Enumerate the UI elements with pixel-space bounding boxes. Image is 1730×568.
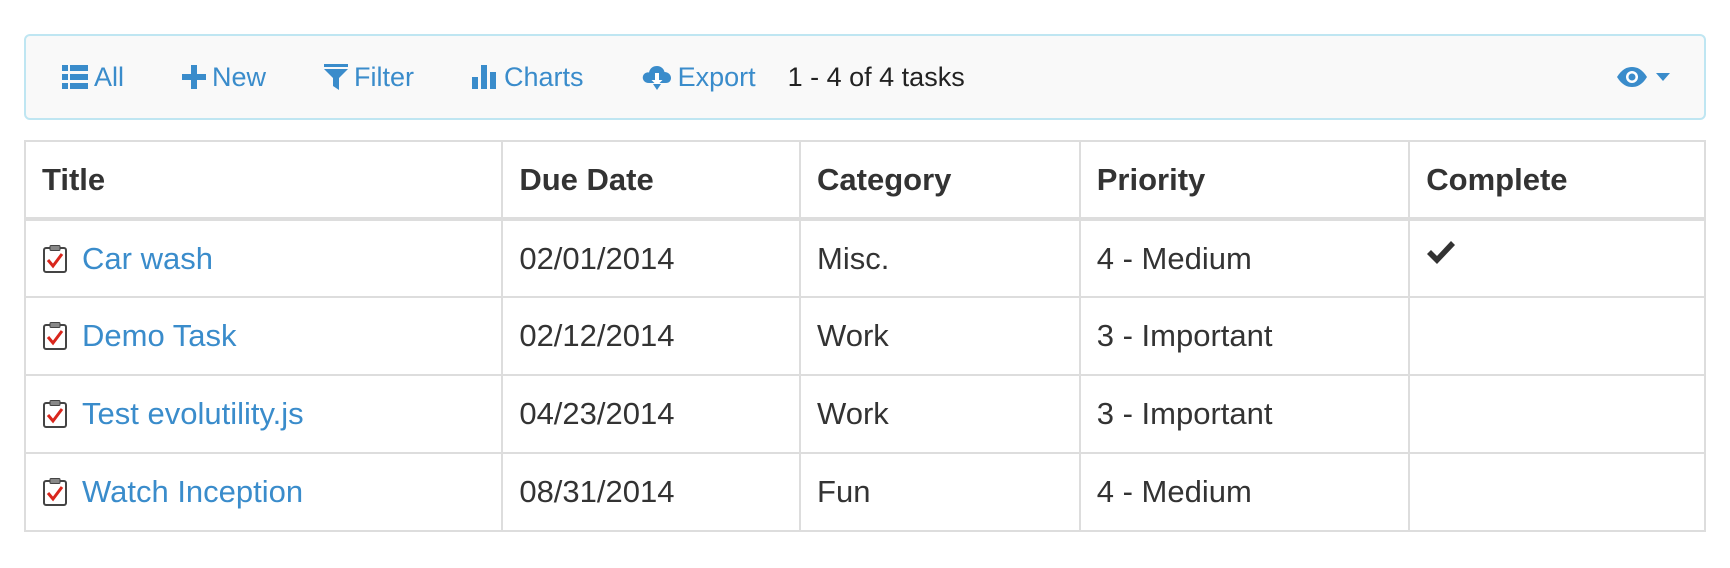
complete-cell [1408,374,1706,454]
filter-button[interactable]: Filter [324,52,414,102]
clipboard-check-icon [43,322,67,350]
priority-cell: 4 - Medium [1078,452,1411,532]
table-row: Test evolutility.js 04/23/2014 Work 3 - … [23,374,1706,454]
chevron-down-icon [1656,73,1670,81]
column-header-due-date[interactable]: Due Date [501,140,802,221]
view-dropdown-button[interactable] [1616,54,1670,100]
table-row: Demo Task 02/12/2014 Work 3 - Important [23,296,1706,376]
due-date-cell: 02/12/2014 [501,296,802,376]
title-cell: Test evolutility.js [23,374,504,454]
clipboard-check-icon [43,244,67,273]
column-header-priority[interactable]: Priority [1078,140,1411,221]
column-header-category[interactable]: Category [799,140,1081,221]
eye-icon [1617,67,1647,87]
list-icon [62,65,88,89]
filter-icon [324,64,349,90]
task-count: 1 - 4 of 4 tasks [787,61,965,92]
task-title-link[interactable]: Demo Task [82,318,237,354]
table-row: Car wash 02/01/2014 Misc. 4 - Medium [23,218,1706,298]
priority-cell: 3 - Important [1078,296,1411,376]
category-cell: Work [799,296,1081,376]
checkmark-icon [1427,240,1456,264]
due-date-cell: 08/31/2014 [501,452,802,532]
title-cell: Demo Task [23,296,504,376]
all-button[interactable]: All [62,52,124,102]
category-cell: Misc. [799,218,1081,298]
charts-button[interactable]: Charts [472,52,584,102]
all-button-label: All [94,61,125,92]
cloud-download-icon [642,66,671,90]
table-header-row: Title Due Date Category Priority Complet… [23,140,1706,221]
title-cell: Watch Inception [23,452,504,532]
plus-icon [182,65,207,89]
filter-button-label: Filter [354,61,415,92]
charts-button-label: Charts [504,61,584,92]
category-cell: Work [799,374,1081,454]
export-button[interactable]: Export [642,52,756,102]
category-cell: Fun [799,452,1081,532]
clipboard-check-icon [43,400,67,428]
task-title-link[interactable]: Test evolutility.js [82,396,304,432]
complete-cell [1408,452,1706,532]
new-button-label: New [212,61,267,92]
tasks-table: Title Due Date Category Priority Complet… [23,140,1706,532]
column-header-title[interactable]: Title [23,140,504,221]
complete-cell [1408,296,1706,376]
column-header-complete[interactable]: Complete [1408,140,1706,221]
due-date-cell: 02/01/2014 [501,218,802,298]
complete-cell [1408,218,1706,298]
bar-chart-icon [472,65,497,89]
table-row: Watch Inception 08/31/2014 Fun 4 - Mediu… [23,452,1706,532]
new-button[interactable]: New [182,52,266,102]
due-date-cell: 04/23/2014 [501,374,802,454]
task-title-link[interactable]: Car wash [82,241,213,277]
priority-cell: 4 - Medium [1078,218,1411,298]
clipboard-check-icon [43,478,67,506]
task-title-link[interactable]: Watch Inception [82,474,303,510]
export-button-label: Export [677,61,756,92]
title-cell: Car wash [23,218,504,298]
toolbar: All New Filter Charts Export 1 - 4 of 4 … [24,34,1706,120]
priority-cell: 3 - Important [1078,374,1411,454]
